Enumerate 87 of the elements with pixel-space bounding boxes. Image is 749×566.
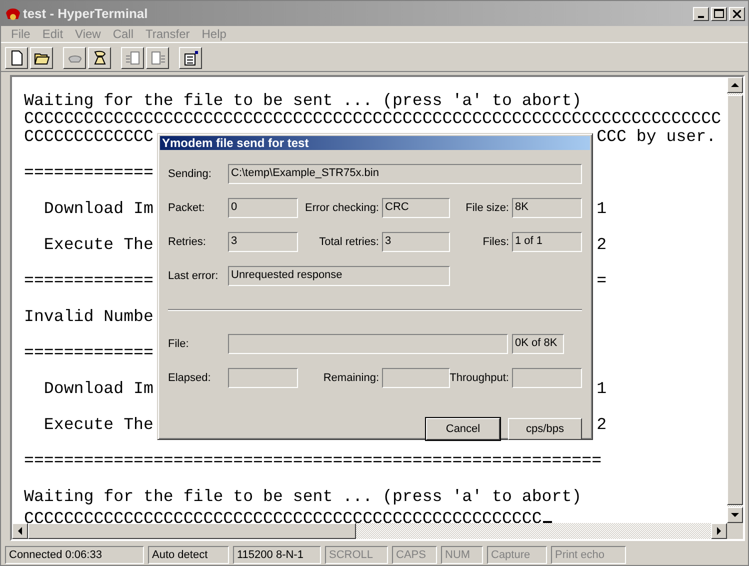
scroll-thumb[interactable]	[28, 523, 356, 539]
down-arrow-icon	[731, 511, 739, 519]
field-label: Remaining:	[323, 372, 380, 384]
terminal-line: Execute The	[42, 415, 154, 434]
terminal-line: =	[596, 272, 607, 290]
close-button[interactable]	[729, 6, 745, 20]
status-pane: Connected 0:06:33	[5, 546, 144, 564]
value-field: 3	[228, 232, 298, 252]
terminal-line: =============	[24, 271, 154, 290]
value-field: 0	[228, 198, 298, 218]
toolbar-button[interactable]	[5, 47, 28, 69]
value-field: 8K	[512, 198, 582, 218]
terminal-line: 1	[596, 380, 607, 398]
terminal-line: 2	[596, 236, 607, 254]
window-title: test - HyperTerminal	[23, 6, 149, 21]
status-pane: Capture	[487, 546, 547, 564]
right-arrow-icon	[715, 527, 723, 535]
dialog-title: Ymodem file send for test	[162, 136, 309, 150]
field-label: Sending:	[168, 168, 212, 180]
status-pane: SCROLL	[325, 546, 388, 564]
field-label: Packet:	[168, 202, 205, 214]
minimize-button[interactable]	[693, 6, 709, 20]
properties-icon	[182, 50, 198, 66]
field-label: File:	[168, 338, 189, 350]
menu-item[interactable]: File	[5, 27, 36, 41]
value-field	[382, 368, 450, 388]
scroll-up-button[interactable]	[727, 77, 743, 93]
terminal-line: Waiting for the file to be sent ... (press 'a' to abort)	[24, 91, 582, 110]
field-label: Error checking:	[305, 202, 380, 214]
terminal-line: Invalid Numbe	[24, 307, 154, 326]
app-icon	[5, 6, 21, 22]
status-pane: 115200 8-N-1	[233, 546, 321, 564]
terminal-line: CCCCCCCCCCCCC	[24, 127, 154, 146]
field-label: Files:	[482, 236, 510, 248]
terminal-line: =============	[24, 343, 154, 362]
progress-field: 0K of 8K	[512, 334, 564, 354]
close-icon	[733, 10, 741, 18]
field-label: Total retries:	[319, 236, 380, 248]
last-error-field: Unrequested response	[228, 266, 450, 286]
dialog-button[interactable]: cps/bps	[508, 418, 582, 440]
new-file-icon	[8, 50, 24, 66]
field-label: Last error:	[168, 270, 218, 282]
minimize-icon	[698, 16, 704, 18]
field-label: File size:	[466, 202, 510, 214]
terminal-line: CCC by user.	[596, 128, 716, 146]
terminal-line: 2	[596, 416, 607, 434]
sending-field: C:\temp\Example_STR75x.bin	[228, 164, 582, 184]
menu-item[interactable]: Call	[106, 27, 140, 41]
menu-item[interactable]: Transfer	[140, 27, 196, 41]
terminal-line: Execute The	[42, 235, 154, 254]
terminal-line: Waiting for the file to be sent ... (press 'a' to abort)	[24, 487, 582, 506]
value-field: CRC	[382, 198, 450, 218]
terminal-line: Download Im	[42, 379, 154, 398]
value-field	[228, 368, 298, 388]
terminal-line: 1	[596, 200, 607, 218]
value-field	[512, 368, 582, 388]
document-icon	[124, 50, 140, 66]
menu-item[interactable]: Help	[196, 27, 232, 41]
up-arrow-icon	[731, 81, 739, 89]
document-icon	[150, 50, 166, 66]
toolbar-button[interactable]	[88, 47, 111, 69]
field-label: Throughput:	[450, 372, 510, 384]
status-pane: Auto detect	[148, 546, 229, 564]
value-field: 3	[382, 232, 450, 252]
maximize-icon	[714, 9, 724, 18]
horizontal-scrollbar[interactable]	[12, 523, 727, 539]
scroll-right-button[interactable]	[711, 523, 727, 539]
terminal-line: CCCCCCCCCCCCCCCCCCCCCCCCCCCCCCCCCCCCCCCCCCCCCCCCCCCCCCCCCCCCCCCCCCCCCC	[24, 109, 722, 128]
value-field: 1 of 1	[512, 232, 582, 252]
status-pane: NUM	[441, 546, 483, 564]
scroll-left-button[interactable]	[12, 523, 28, 539]
maximize-button[interactable]	[711, 6, 727, 20]
status-pane: CAPS	[392, 546, 437, 564]
toolbar-button[interactable]	[30, 47, 53, 69]
toolbar-button[interactable]	[179, 47, 202, 69]
terminal-line: Download Im	[42, 199, 154, 218]
field-label: Retries:	[168, 236, 206, 248]
terminal-line: =============	[24, 163, 154, 182]
menu-item[interactable]: View	[69, 27, 107, 41]
left-arrow-icon	[16, 527, 24, 535]
terminal-line: ==========================================================	[24, 451, 602, 470]
status-pane: Print echo	[551, 546, 626, 564]
menu-item[interactable]: Edit	[36, 27, 70, 41]
field-label: Elapsed:	[168, 372, 211, 384]
terminal-line: CCCCCCCCCCCCCCCCCCCCCCCCCCCCCCCCCCCCCCCCCCCCCCCCCCCC	[24, 509, 542, 523]
scroll-down-button[interactable]	[727, 507, 743, 523]
dialog-button[interactable]: Cancel	[426, 418, 500, 440]
